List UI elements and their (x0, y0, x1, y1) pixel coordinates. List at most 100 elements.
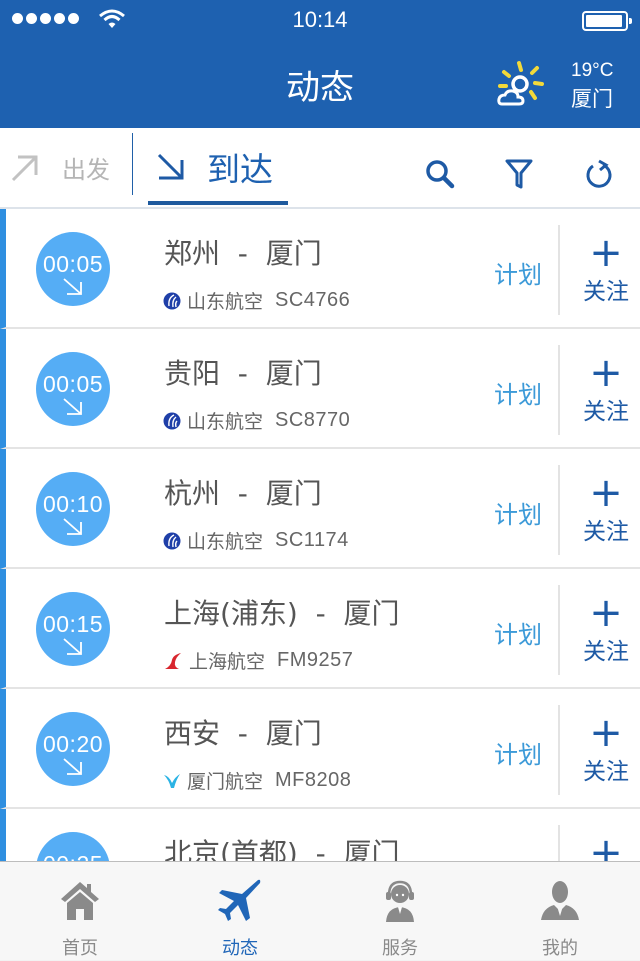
shandong-airlines-logo (163, 412, 181, 429)
arrival-time: 00:05 (42, 251, 104, 277)
arrow-down-right-icon (63, 638, 82, 655)
airline-name: 山东航空 (187, 411, 264, 433)
search-icon[interactable] (424, 158, 456, 190)
follow-button[interactable]: + 关注 (576, 590, 636, 666)
flight-row[interactable]: 00:05 郑州 - 厦门 山东航空 SC4766 计划 + 关注 (0, 209, 640, 329)
plus-icon: + (589, 470, 623, 516)
shandong-airlines-logo (163, 532, 181, 549)
nav-home[interactable]: 首页 (0, 862, 160, 961)
xiamen-airlines-logo (164, 773, 180, 788)
follow-label: 关注 (583, 759, 629, 785)
nav-home-label: 首页 (62, 938, 98, 959)
plus-icon: + (589, 230, 623, 276)
arrival-time: 00:15 (42, 611, 104, 637)
flight-route: 贵阳 - 厦门 (164, 357, 322, 390)
active-tab-indicator (148, 201, 288, 205)
flight-number: SC8770 (275, 409, 351, 431)
arrival-time-badge: 00:10 (36, 472, 110, 546)
row-divider (558, 225, 560, 315)
nav-profile[interactable]: 我的 (480, 862, 640, 961)
arrow-up-right-icon (11, 155, 38, 181)
tab-departure[interactable]: 出发 (10, 150, 110, 185)
tab-divider (132, 133, 133, 195)
nav-service-label: 服务 (382, 938, 418, 959)
airline-name: 山东航空 (187, 291, 264, 313)
customer-service-icon (386, 880, 414, 922)
follow-label: 关注 (583, 519, 629, 545)
arrow-down-right-icon (63, 758, 82, 775)
flight-number: MF8208 (275, 769, 352, 791)
nav-profile-label: 我的 (542, 938, 578, 959)
status-bar: 10:14 (0, 0, 640, 40)
flight-row[interactable]: 00:05 贵阳 - 厦门 山东航空 SC8770 计划 + 关注 (0, 329, 640, 449)
battery-icon (582, 11, 632, 31)
airline-info: 山东航空 SC1174 (163, 527, 349, 554)
flight-row[interactable]: 00:20 西安 - 厦门 厦门航空 MF8208 计划 + 关注 (0, 689, 640, 809)
airline-info: 山东航空 SC4766 (163, 287, 350, 314)
tab-departure-label: 出发 (62, 156, 110, 184)
airplane-icon (218, 879, 261, 921)
flight-route: 郑州 - 厦门 (164, 237, 322, 270)
flight-status: 计划 (494, 381, 542, 409)
arrival-time-badge: 00:05 (36, 352, 110, 426)
airline-info: 厦门航空 MF8208 (163, 767, 351, 794)
weather-city: 厦门 (571, 87, 613, 111)
tab-arrival-label: 到达 (207, 150, 273, 189)
follow-label: 关注 (583, 399, 629, 425)
shanghai-airlines-logo (165, 652, 181, 669)
airline-info: 上海航空 FM9257 (163, 647, 353, 674)
filter-icon[interactable] (504, 158, 534, 190)
flight-status: 计划 (494, 261, 542, 289)
flight-number: SC4766 (275, 289, 351, 311)
flight-status: 计划 (494, 621, 542, 649)
flight-route: 杭州 - 厦门 (164, 477, 322, 510)
nav-service[interactable]: 服务 (320, 862, 480, 961)
plus-icon: + (589, 710, 623, 756)
flight-number: FM9257 (277, 649, 354, 671)
airline-info: 山东航空 SC8770 (163, 407, 350, 434)
airline-name: 山东航空 (187, 531, 264, 553)
refresh-icon[interactable] (584, 158, 614, 190)
follow-button[interactable]: + 关注 (576, 470, 636, 546)
airline-name: 上海航空 (189, 651, 266, 673)
arrival-time-badge: 00:05 (36, 232, 110, 306)
flight-status: 计划 (494, 741, 542, 769)
flight-route: 西安 - 厦门 (164, 717, 322, 750)
arrival-time: 00:10 (42, 491, 104, 517)
arrow-down-right-icon (63, 278, 82, 295)
nav-flight-status[interactable]: 动态 (160, 862, 320, 961)
plus-icon: + (589, 590, 623, 636)
flight-status: 计划 (494, 501, 542, 529)
row-divider (558, 585, 560, 675)
weather-temperature: 19°C (571, 60, 614, 81)
row-divider (558, 705, 560, 795)
flight-row[interactable]: 00:15 上海(浦东) - 厦门 上海航空 FM9257 计划 + 关注 (0, 569, 640, 689)
user-icon (541, 881, 579, 920)
follow-button[interactable]: + 关注 (576, 350, 636, 426)
plus-icon: + (589, 350, 623, 396)
follow-button[interactable]: + 关注 (576, 710, 636, 786)
arrival-time: 00:20 (42, 731, 104, 757)
flight-route: 上海(浦东) - 厦门 (164, 597, 400, 630)
direction-tabs: 出发 到达 (0, 128, 640, 209)
flight-number: SC1174 (275, 529, 349, 551)
home-icon (61, 882, 99, 920)
arrow-down-right-icon (63, 398, 82, 415)
status-time: 10:14 (292, 7, 348, 32)
follow-label: 关注 (583, 279, 629, 305)
airline-name: 厦门航空 (187, 771, 264, 793)
row-divider (558, 465, 560, 555)
tab-arrival[interactable]: 到达 (155, 143, 273, 191)
nav-flight-status-label: 动态 (222, 938, 258, 959)
arrival-time-badge: 00:15 (36, 592, 110, 666)
arrow-down-right-icon (157, 153, 184, 180)
follow-button[interactable]: + 关注 (576, 230, 636, 306)
arrow-down-right-icon (63, 518, 82, 535)
flight-row[interactable]: 00:10 杭州 - 厦门 山东航空 SC1174 计划 + 关注 (0, 449, 640, 569)
flight-list: 00:05 郑州 - 厦门 山东航空 SC4766 计划 + 关注 00:05 … (0, 209, 640, 929)
partly-sunny-icon[interactable] (496, 60, 546, 108)
arrival-time-badge: 00:20 (36, 712, 110, 786)
bottom-navigation: 首页 动态 服务 我的 (0, 861, 640, 960)
follow-label: 关注 (583, 639, 629, 665)
shandong-airlines-logo (163, 292, 181, 309)
